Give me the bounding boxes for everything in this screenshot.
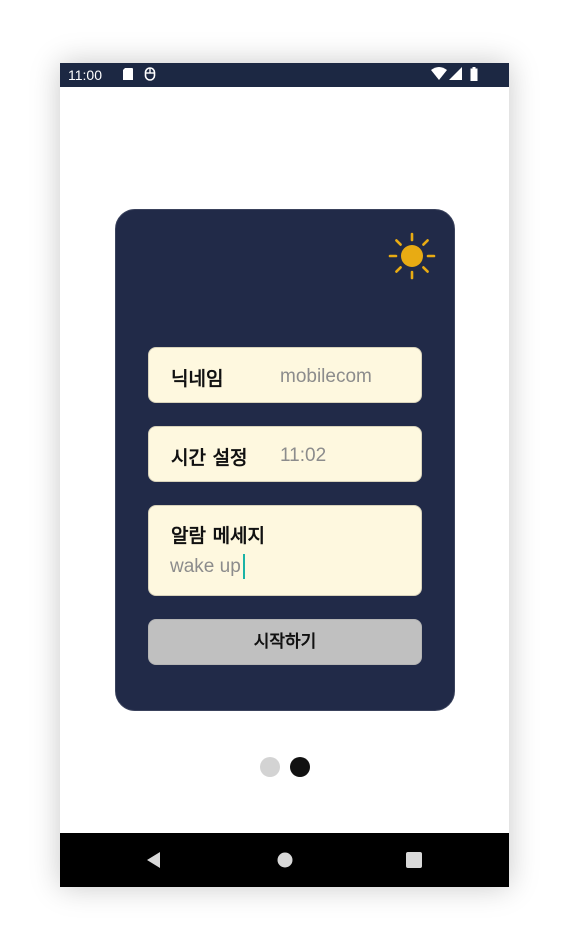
- phone-screen: 11:00 닉네임 mobilecom 시간 설정 11:02 알람 메세지 w…: [60, 63, 509, 887]
- back-icon[interactable]: [144, 850, 164, 870]
- time-setting-value[interactable]: 11:02: [280, 445, 326, 467]
- sd-card-icon: [122, 67, 134, 84]
- status-time: 11:00: [68, 67, 102, 83]
- signal-icon: [449, 67, 463, 84]
- nickname-value[interactable]: mobilecom: [280, 366, 372, 388]
- recents-icon[interactable]: [404, 850, 424, 870]
- mouse-icon: [144, 67, 156, 84]
- sun-icon[interactable]: [388, 232, 436, 280]
- page-indicator-dot-2-active[interactable]: [290, 757, 310, 777]
- alarm-message-input[interactable]: [170, 553, 400, 581]
- start-button[interactable]: 시작하기: [148, 619, 422, 665]
- page-indicator-dot-1[interactable]: [260, 757, 280, 777]
- alarm-message-field[interactable]: 알람 메세지: [148, 505, 422, 596]
- page: 11:00 닉네임 mobilecom 시간 설정 11:02 알람 메세지 w…: [0, 0, 569, 950]
- status-bar: 11:00: [60, 63, 509, 87]
- battery-icon: [470, 67, 478, 84]
- navigation-bar: [60, 833, 509, 887]
- nickname-field[interactable]: 닉네임 mobilecom: [148, 347, 422, 403]
- time-setting-label: 시간 설정: [171, 447, 248, 469]
- alarm-message-label: 알람 메세지: [171, 525, 266, 547]
- home-icon[interactable]: [275, 850, 295, 870]
- alarm-setup-card: 닉네임 mobilecom 시간 설정 11:02 알람 메세지 시작하기: [115, 209, 455, 711]
- time-setting-field[interactable]: 시간 설정 11:02: [148, 426, 422, 482]
- wifi-icon: [431, 67, 447, 84]
- text-cursor: [243, 554, 245, 579]
- nickname-label: 닉네임: [171, 368, 224, 390]
